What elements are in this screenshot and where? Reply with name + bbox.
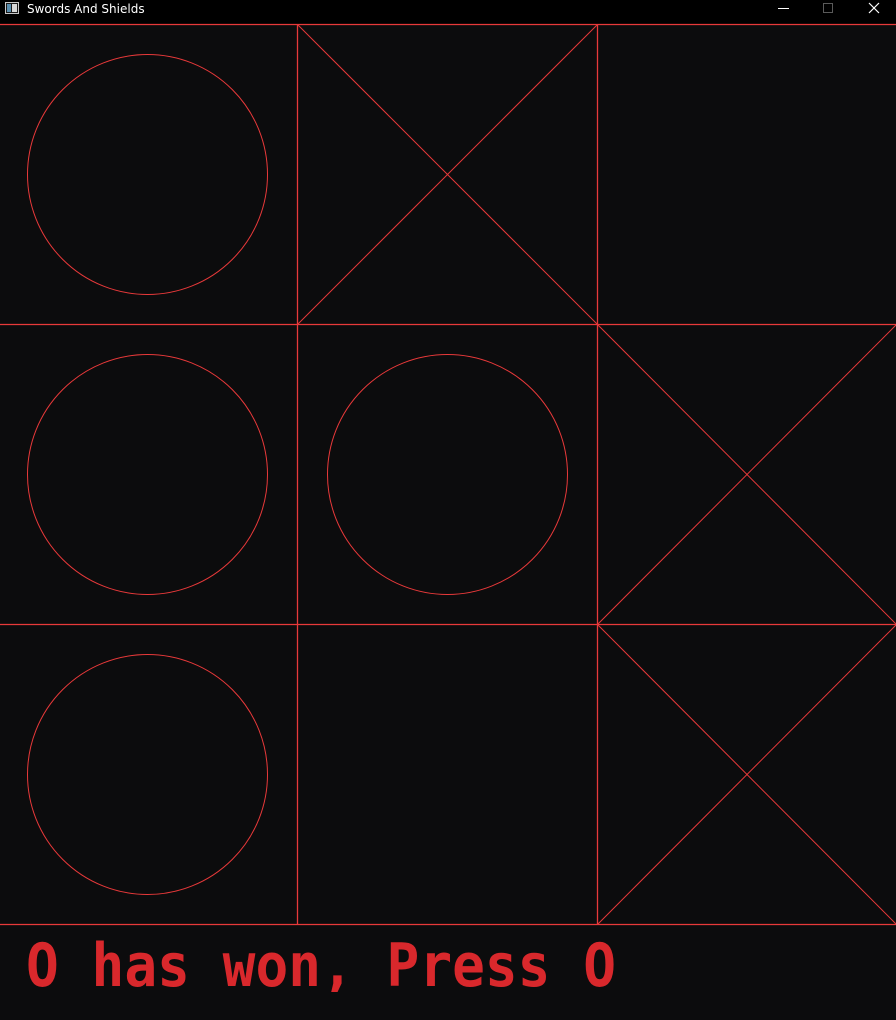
board-cell[interactable] — [297, 624, 597, 924]
board-cell[interactable] — [597, 24, 896, 324]
game-board[interactable] — [0, 0, 896, 1020]
board-cell[interactable] — [0, 24, 297, 324]
board-cell[interactable] — [0, 324, 297, 624]
game-window: Swords And Shields O has won, Press O — [0, 0, 896, 1020]
status-text: O has won, Press O — [26, 932, 616, 992]
board-cell[interactable] — [297, 324, 597, 624]
board-cell[interactable] — [0, 624, 297, 924]
status-message: O has won, Press O — [26, 932, 616, 992]
